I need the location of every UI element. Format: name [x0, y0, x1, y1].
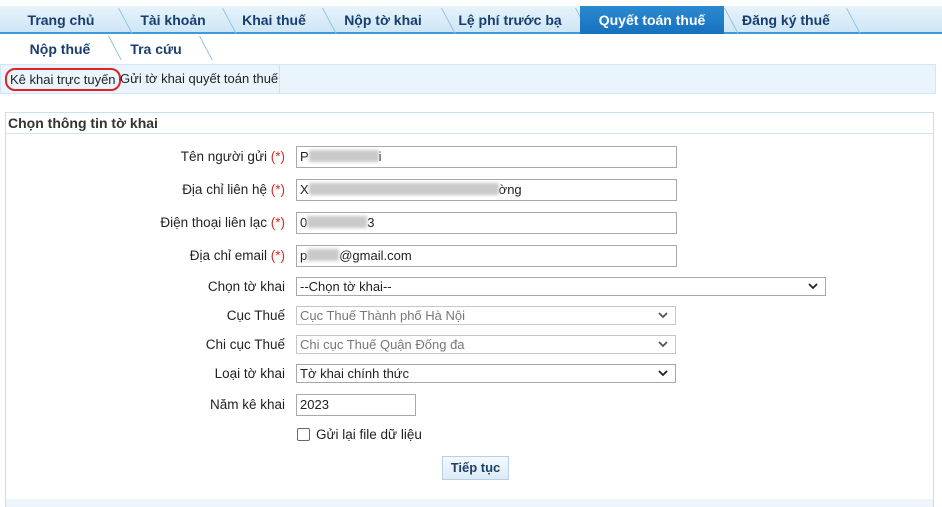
address-label: Địa chỉ liên hệ (*) [182, 182, 285, 197]
chevron-down-icon [658, 312, 668, 319]
function-bar: Kê khai trực tuyến Gửi tờ khai quyết toá… [0, 64, 936, 94]
tab-trang-chu[interactable]: Trang chủ [0, 6, 122, 34]
resend-file-row: Gửi lại file dữ liệu [6, 423, 935, 447]
tab-nop-to-khai[interactable]: Nộp tờ khai [324, 6, 442, 34]
continue-button[interactable]: Tiếp tục [442, 456, 509, 480]
declaration-select[interactable]: --Chọn tờ khai-- [296, 277, 826, 296]
phone-input[interactable]: 03 [296, 212, 677, 234]
declaration-type-label: Loại tờ khai [214, 366, 285, 381]
chevron-down-icon [808, 283, 818, 290]
sender-name-row: Tên người gửi (*) Pi [6, 145, 935, 169]
tax-department-label: Cục Thuế [226, 308, 285, 323]
redacted-text [308, 150, 379, 162]
tax-branch-select[interactable]: Chi cục Thuế Quận Đống đa [296, 335, 676, 354]
top-navigation: Trang chủ Tài khoản Khai thuế Nộp tờ kha… [0, 6, 942, 34]
email-row: Địa chỉ email (*) p @gmail.com [6, 244, 935, 268]
year-input[interactable]: 2023 [296, 394, 416, 416]
tax-department-select[interactable]: Cục Thuế Thành phố Hà Nội [296, 306, 676, 325]
panel-title: Chọn thông tin tờ khai [6, 113, 933, 134]
tab-khai-thue[interactable]: Khai thuế [224, 6, 324, 34]
chevron-down-icon [658, 370, 668, 377]
redacted-text [308, 183, 499, 195]
declaration-row: Chọn tờ khai --Chọn tờ khai-- [6, 275, 935, 299]
tax-branch-label: Chi cục Thuế [205, 337, 285, 352]
panel-footer [6, 499, 933, 507]
declaration-label: Chọn tờ khai [207, 279, 285, 294]
email-label: Địa chỉ email (*) [189, 248, 285, 263]
resend-file-checkbox[interactable] [297, 428, 310, 441]
phone-label: Điện thoại liên lạc (*) [160, 215, 285, 230]
tax-branch-row: Chi cục Thuế Chi cục Thuế Quận Đống đa [6, 333, 935, 357]
address-row: Địa chỉ liên hệ (*) Xờng [6, 178, 935, 202]
sender-name-label: Tên người gửi (*) [180, 149, 285, 164]
menu-ke-khai-truc-tuyen[interactable]: Kê khai trực tuyến [5, 68, 121, 91]
sub-navigation: Nộp thuế Tra cứu [0, 36, 942, 63]
phone-row: Điện thoại liên lạc (*) 03 [6, 211, 935, 235]
declaration-type-row: Loại tờ khai Tờ khai chính thức [6, 362, 935, 386]
redacted-text [307, 249, 340, 261]
menu-gui-to-khai-quyet-toan-thue[interactable]: Gửi tờ khai quyết toán thuế [120, 71, 278, 86]
function-bar-divider [279, 65, 280, 93]
tax-department-row: Cục Thuế Cục Thuế Thành phố Hà Nội [6, 304, 935, 328]
tab-quyet-toan-thue[interactable]: Quyết toán thuế [580, 6, 724, 34]
address-input[interactable]: Xờng [296, 179, 677, 201]
tab-le-phi-truoc-ba[interactable]: Lệ phí trước bạ [442, 6, 578, 34]
tab-tai-khoan[interactable]: Tài khoản [122, 6, 224, 34]
declaration-info-panel: Chọn thông tin tờ khai Tên người gửi (*)… [5, 112, 934, 507]
redacted-text [307, 216, 368, 228]
tab-separator [846, 8, 861, 34]
subtab-nop-thue[interactable]: Nộp thuế [10, 36, 110, 63]
year-row: Năm kê khai 2023 [6, 393, 935, 417]
chevron-down-icon [658, 341, 668, 348]
year-label: Năm kê khai [209, 397, 285, 412]
sender-name-input[interactable]: Pi [296, 146, 677, 168]
subtab-tra-cuu[interactable]: Tra cứu [110, 36, 202, 63]
declaration-type-select[interactable]: Tờ khai chính thức [296, 364, 676, 383]
email-input[interactable]: p @gmail.com [296, 245, 677, 267]
resend-file-label: Gửi lại file dữ liệu [316, 427, 422, 442]
tab-dang-ky-thue[interactable]: Đăng ký thuế [726, 6, 846, 34]
